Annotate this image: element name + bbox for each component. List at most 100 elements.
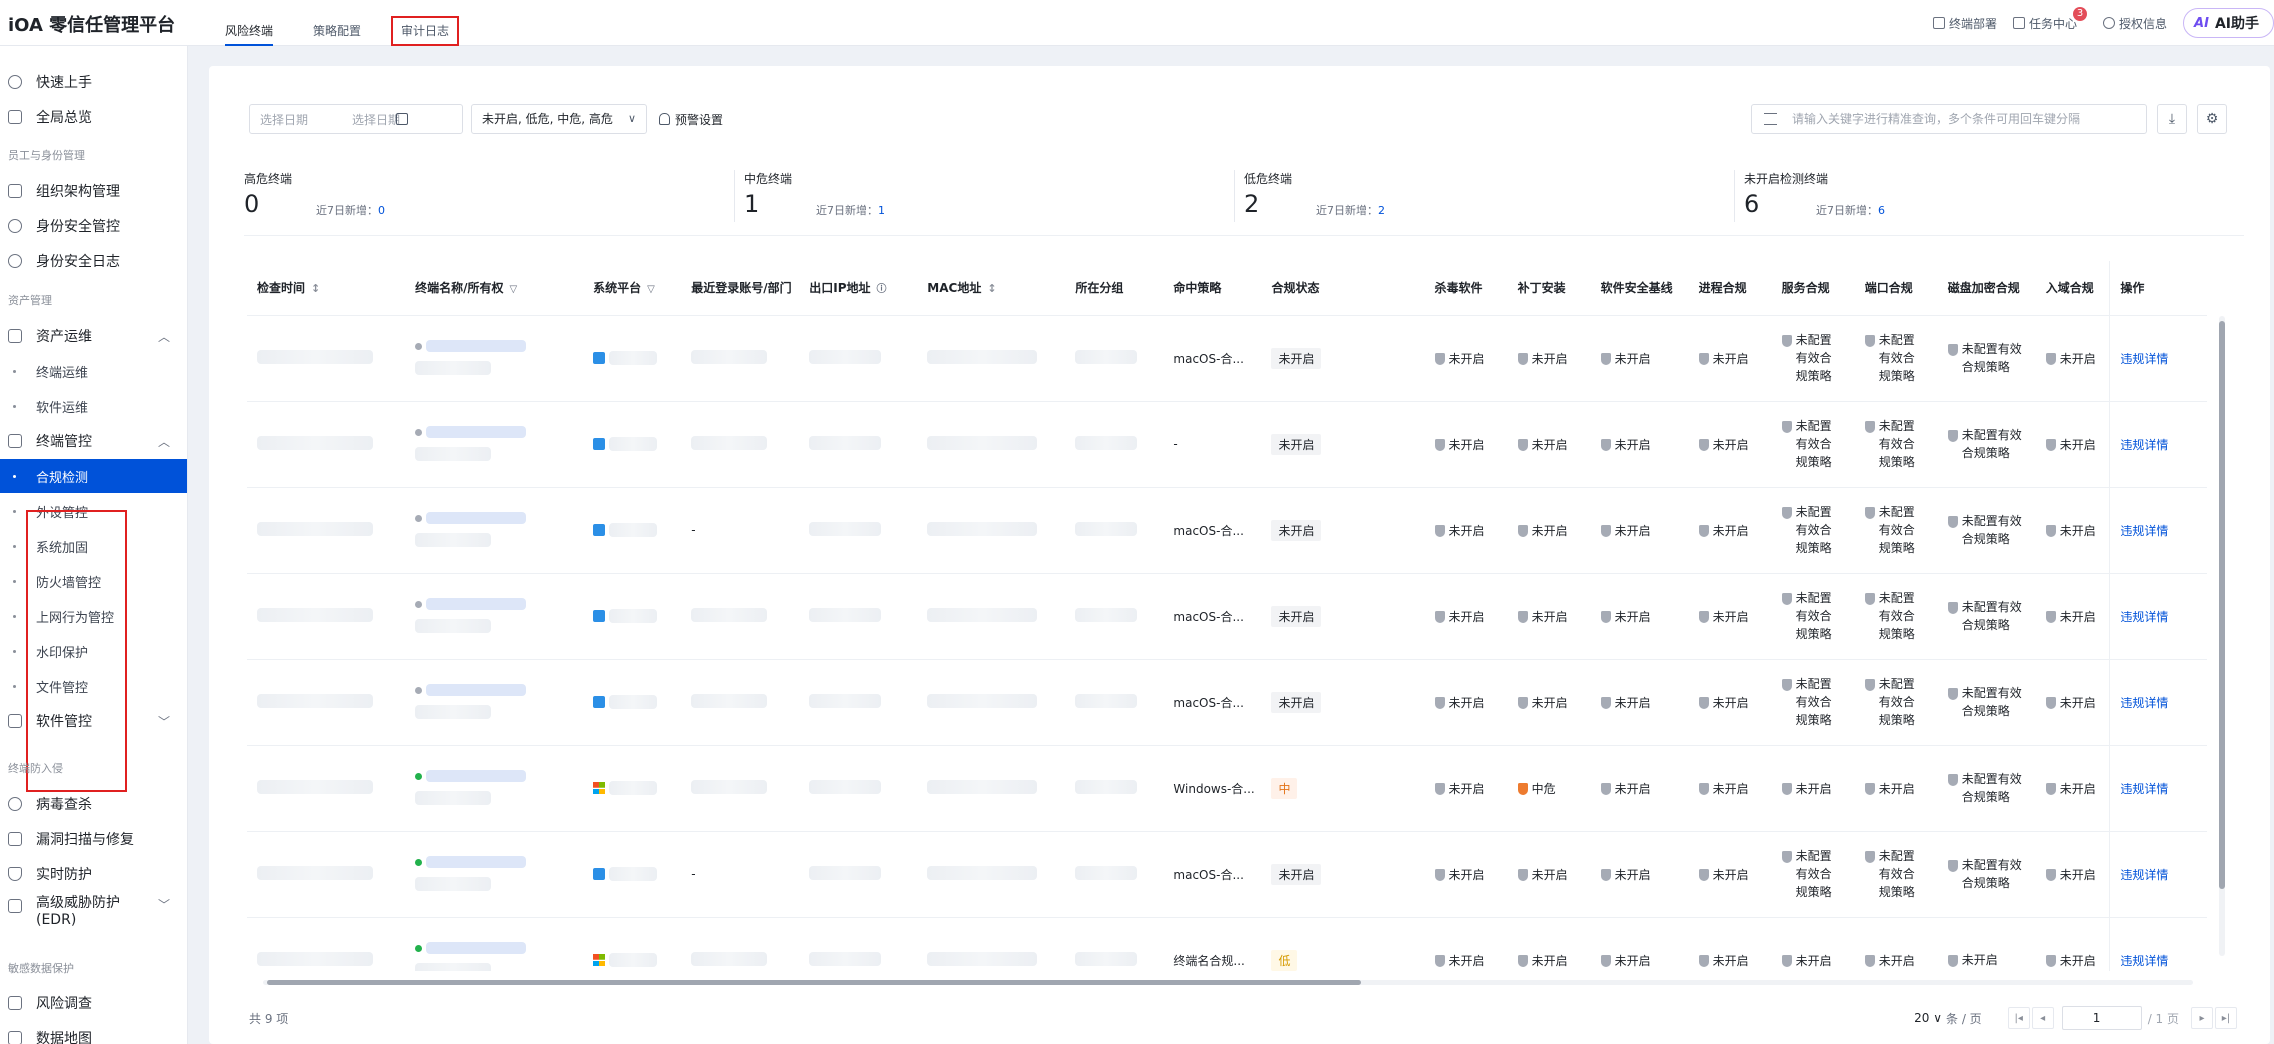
col-label: 最近登录账号/部门 (691, 281, 792, 296)
sidebar-item-data-map[interactable]: 数据地图 (0, 1021, 187, 1044)
cell-terminal-name[interactable] (405, 487, 584, 574)
horizontal-scrollbar[interactable] (253, 978, 2203, 986)
sidebar-item-vuln[interactable]: 漏洞扫描与修复 (0, 822, 187, 856)
sidebar-item-identity-control[interactable]: 身份安全管控 (0, 209, 187, 243)
online-status-dot (415, 858, 423, 866)
start-date-input[interactable]: 选择日期 (260, 111, 308, 128)
sidebar-item-antivirus[interactable]: 病毒查杀 (0, 787, 187, 821)
next-page-button[interactable]: ▸ (2191, 1007, 2213, 1029)
redacted-terminal-name[interactable] (426, 512, 527, 524)
sidebar-item-risk-survey[interactable]: 风险调查 (0, 986, 187, 1020)
col-os-platform[interactable]: 系统平台 ▽ (583, 261, 682, 316)
sidebar-section-identity: 员工与身份管理 (8, 149, 85, 162)
shield-icon (1947, 602, 1958, 614)
stat-new: 近7日新增：2 (1316, 202, 1385, 218)
sidebar-item-org[interactable]: 组织架构管理 (0, 174, 187, 208)
scroll-thumb[interactable] (2219, 321, 2225, 889)
redacted-terminal-name[interactable] (426, 598, 527, 610)
redacted-terminal-name[interactable] (426, 856, 527, 868)
col-check-time[interactable]: 检查时间 ↕ (247, 261, 406, 316)
info-icon[interactable]: ⓘ (877, 284, 887, 295)
redacted-value (257, 521, 373, 536)
task-center-link[interactable]: 任务中心 3 (2013, 6, 2088, 32)
cell-terminal-name[interactable] (405, 573, 584, 660)
cell-text: 未配置有效合规策略 (1961, 428, 2022, 460)
violation-details-link[interactable]: 违规详情 (2120, 438, 2168, 452)
cell-terminal-name[interactable] (405, 831, 584, 918)
violation-details-link[interactable]: 违规详情 (2120, 868, 2168, 882)
sidebar-item-edr[interactable]: 高级威胁防护 (EDR) ﹀ (0, 892, 187, 932)
sort-icon[interactable]: ↕ (987, 282, 996, 295)
sidebar-item-label: 终端管控 (36, 434, 92, 450)
sidebar-item-label: 资产运维 (36, 329, 92, 345)
table-row: Windows-合... 中 未开启 中危 未开启 未开启 未开启 未开启 未配置有效合规策略 未… (247, 745, 2207, 832)
sidebar-item-terminal-control[interactable]: 终端管控 ︿ (0, 424, 187, 458)
license-info-link[interactable]: 授权信息 (2103, 15, 2167, 32)
cell-terminal-name[interactable] (405, 917, 584, 971)
filter-icon[interactable]: ▽ (509, 284, 517, 295)
col-label: 入域合规 (2045, 281, 2094, 296)
cell-terminal-name[interactable] (405, 745, 584, 832)
vertical-scrollbar[interactable] (2219, 316, 2225, 956)
tab-policy-config[interactable]: 策略配置 (313, 0, 361, 46)
redacted-terminal-name[interactable] (426, 340, 527, 352)
violation-details-link[interactable]: 违规详情 (2120, 524, 2168, 538)
sidebar-item-software-ops[interactable]: 软件运维 (0, 389, 187, 423)
sidebar-item-identity-log[interactable]: 身份安全日志 (0, 244, 187, 278)
redacted-terminal-name[interactable] (426, 426, 527, 438)
tab-risk-terminals[interactable]: 风险终端 (225, 0, 274, 46)
cell-process: 未开启 (1688, 401, 1772, 488)
first-page-button[interactable]: |◂ (2007, 1007, 2030, 1029)
alarm-settings-button[interactable]: 预警设置 (659, 111, 723, 128)
cell-port: 未配置有效合规策略 (1854, 573, 1938, 660)
risk-level-select[interactable]: 未开启, 低危, 中危, 高危 ∨ (471, 104, 647, 134)
tab-audit-log[interactable]: 审计日志 (391, 16, 460, 46)
scan-icon (8, 832, 22, 846)
col-mac[interactable]: MAC地址 ↕ (917, 261, 1066, 316)
redacted-terminal-name[interactable] (426, 770, 527, 782)
terminal-deploy-link[interactable]: 终端部署 (1933, 15, 1997, 32)
ai-assistant-button[interactable]: AI AI助手 (2183, 8, 2274, 38)
violation-details-link[interactable]: 违规详情 (2120, 352, 2168, 366)
page-number-input[interactable]: 1 (2061, 1006, 2142, 1030)
cell-status: 未开启 (1261, 315, 1425, 402)
download-button[interactable]: ⤓ (2157, 104, 2187, 134)
redacted-owner (415, 790, 492, 805)
cell-terminal-name[interactable] (405, 659, 584, 746)
filter-icon[interactable]: ▽ (647, 284, 655, 295)
cell-check-time (247, 401, 406, 488)
sidebar-item-asset-ops[interactable]: 资产运维 ︿ (0, 319, 187, 353)
search-input[interactable]: 请输入关键字进行精准查询，多个条件可用回车键分隔 (1751, 104, 2147, 134)
deploy-icon (1933, 17, 1945, 29)
col-terminal-name[interactable]: 终端名称/所有权 ▽ (405, 261, 584, 316)
prev-page-button[interactable]: ◂ (2031, 1007, 2054, 1029)
sidebar-item-overview[interactable]: 全局总览 (0, 100, 187, 134)
sidebar-item-terminal-ops[interactable]: 终端运维 (0, 354, 187, 388)
redacted-terminal-name[interactable] (426, 942, 527, 954)
violation-details-link[interactable]: 违规详情 (2120, 610, 2168, 624)
violation-details-link[interactable]: 违规详情 (2120, 782, 2168, 796)
violation-details-link[interactable]: 违规详情 (2120, 954, 2168, 968)
sort-icon[interactable]: ↕ (311, 282, 320, 295)
sidebar-item-quick-start[interactable]: 快速上手 (0, 65, 187, 99)
sidebar-item-realtime[interactable]: 实时防护 (0, 857, 187, 891)
page-size-select[interactable]: 20 ∨ (1914, 1011, 1942, 1025)
redacted-os (609, 953, 658, 968)
scroll-thumb[interactable] (267, 980, 1361, 985)
ai-assistant-label: AI助手 (2214, 16, 2259, 32)
cell-text: 未配置有效合规策略 (1878, 505, 1915, 555)
last-page-button[interactable]: ▸| (2215, 1007, 2237, 1029)
violation-details-link[interactable]: 违规详情 (2120, 696, 2168, 710)
cell-terminal-name[interactable] (405, 401, 584, 488)
cell-port: 未配置有效合规策略 (1854, 659, 1938, 746)
end-date-input[interactable]: 选择日期 (352, 111, 400, 128)
settings-button[interactable]: ⚙ (2197, 104, 2227, 134)
date-range-picker[interactable]: 选择日期 选择日期 (249, 104, 463, 134)
table-row: - macOS-合... 未开启 未开启 未开启 未开启 未开启 未配置有效合规策略 未配置有效… (247, 831, 2207, 918)
sidebar-item-compliance[interactable]: 合规检测 (0, 459, 187, 493)
cell-terminal-name[interactable] (405, 315, 584, 402)
cell-text: 未开启 (1712, 351, 1749, 366)
redacted-ip (809, 521, 882, 536)
redacted-terminal-name[interactable] (426, 684, 527, 696)
cell-av: 未开启 (1424, 573, 1508, 660)
